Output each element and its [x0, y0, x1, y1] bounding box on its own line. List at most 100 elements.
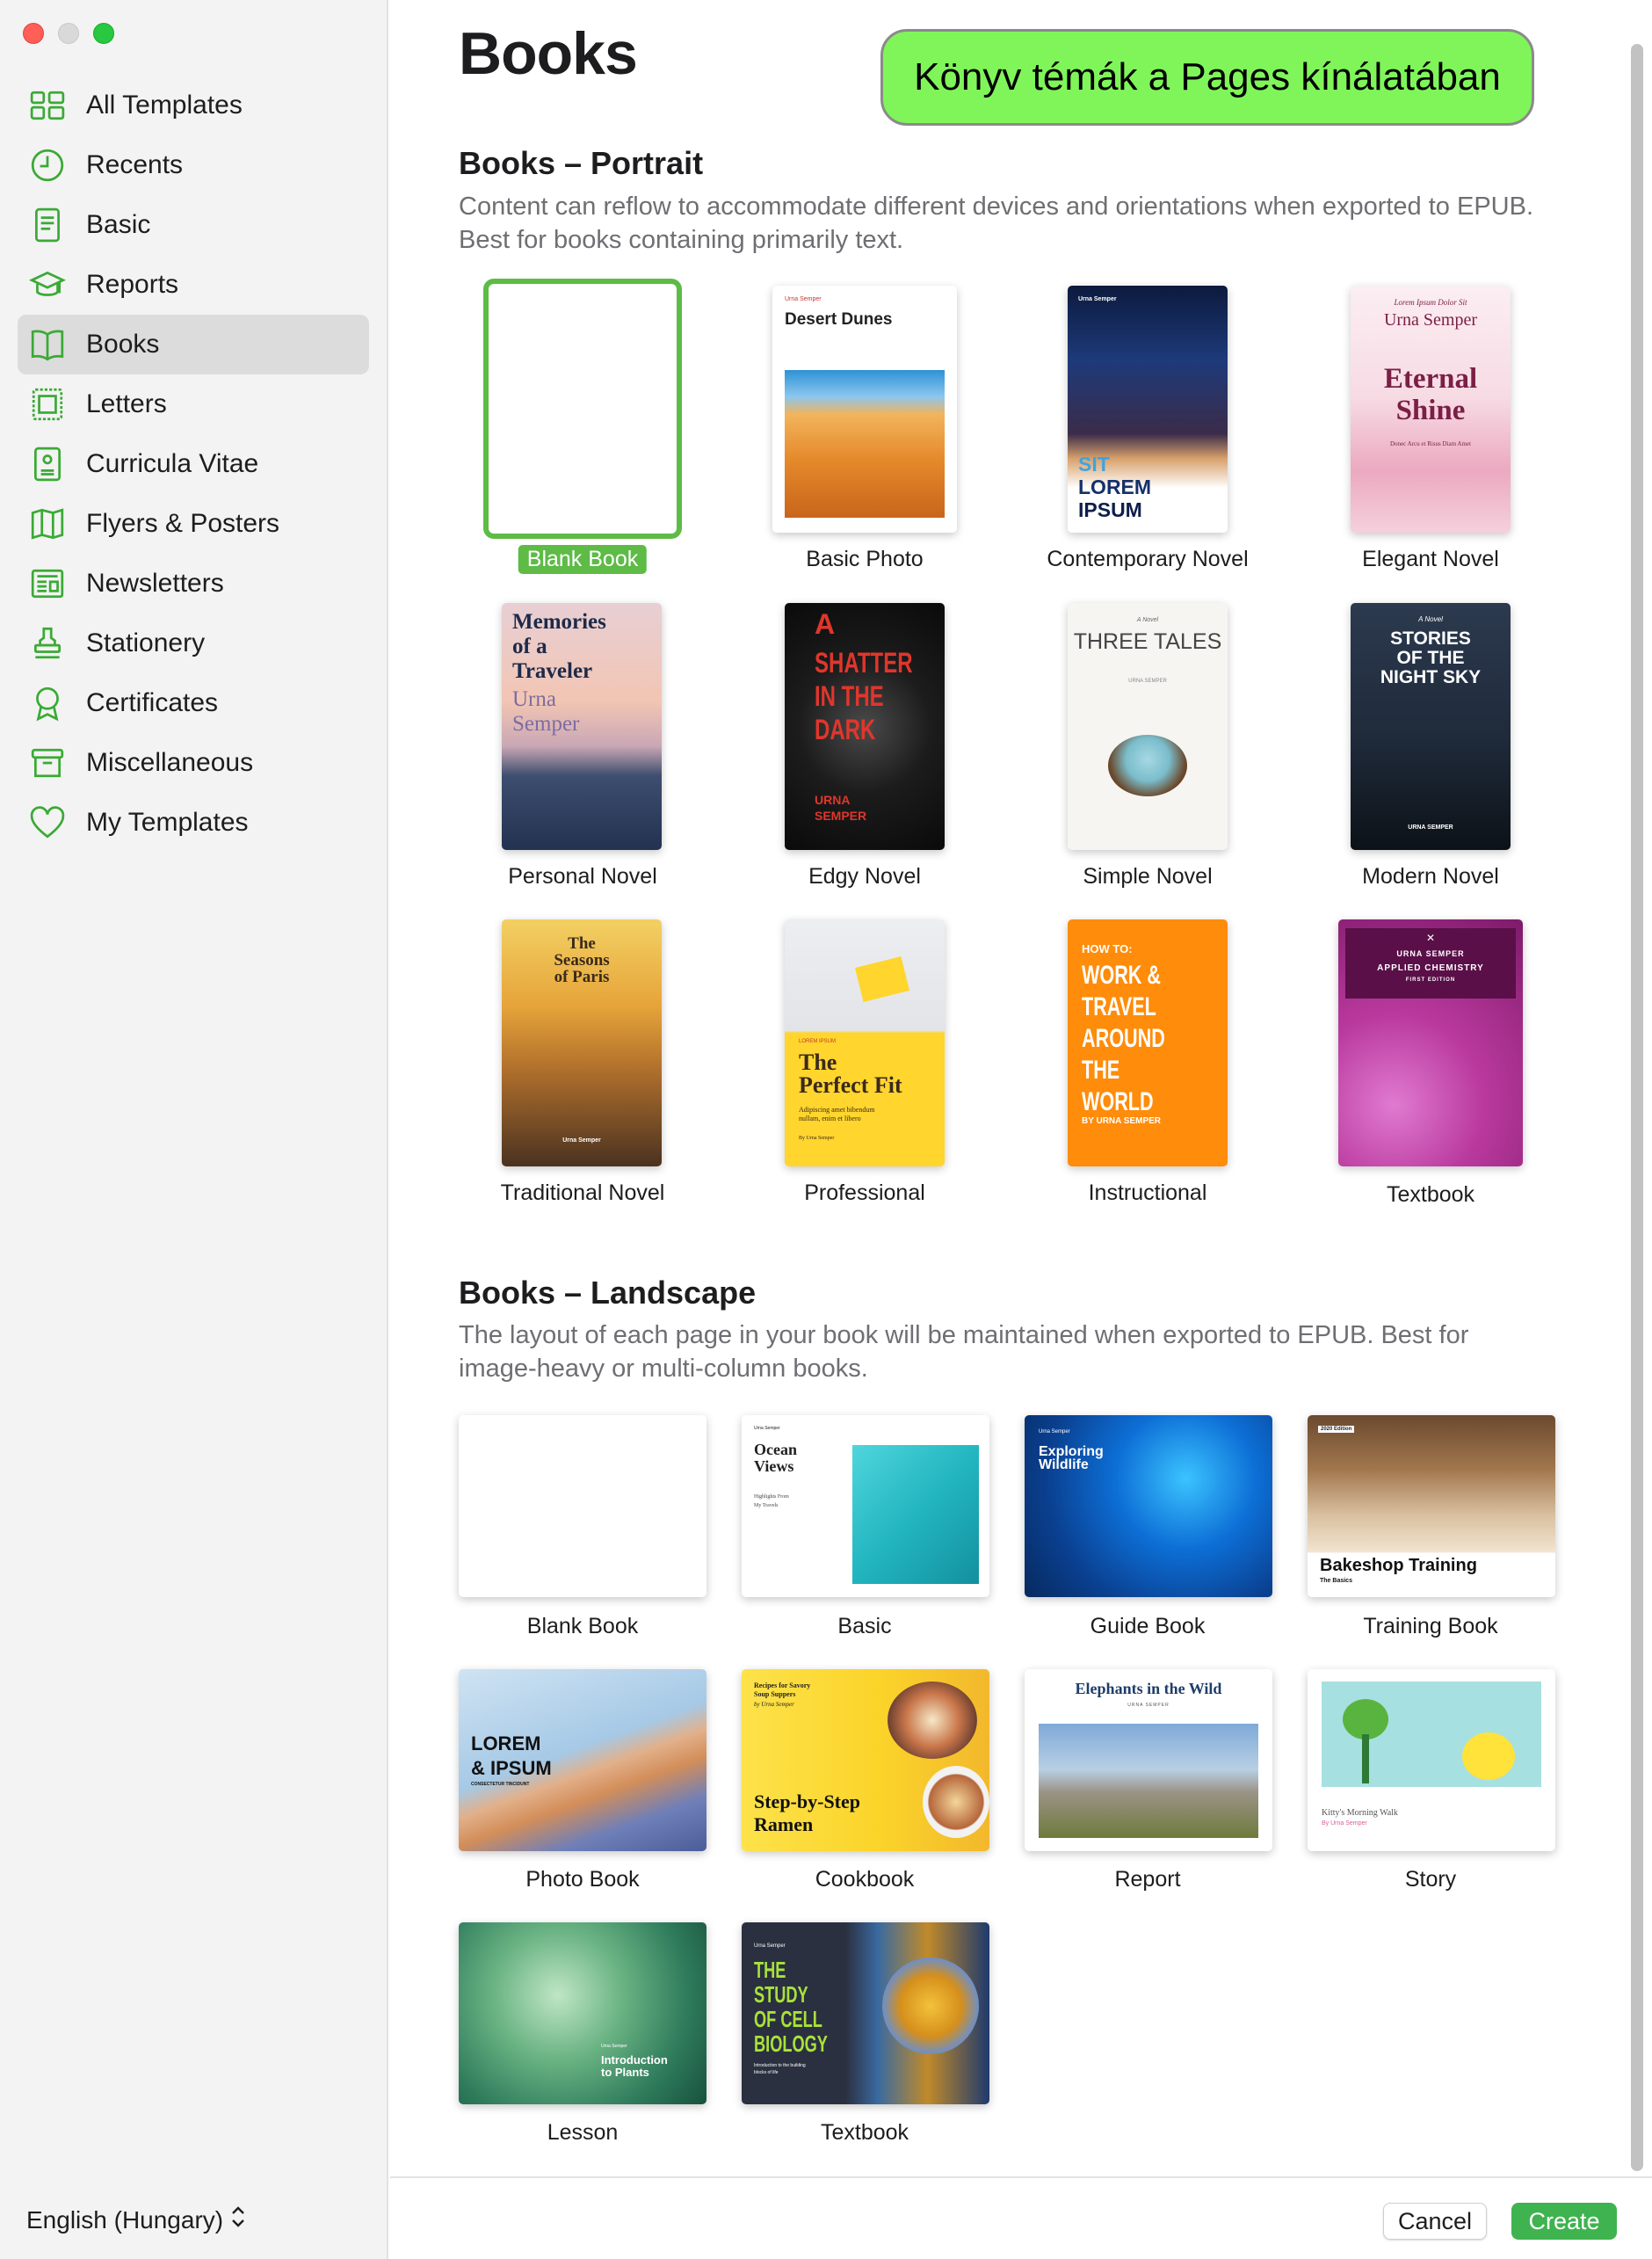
template-basic-landscape[interactable]: Urna Semper Ocean Views Highlights From … — [742, 1415, 989, 1597]
sidebar-item-label: Books — [86, 330, 160, 359]
template-guide-book[interactable]: Urna Semper Exploring Wildlife — [1025, 1415, 1272, 1597]
cover-title-line: Perfect Fit — [799, 1072, 902, 1098]
language-selector[interactable]: English (Hungary) — [26, 2205, 246, 2234]
cover-author: Urna Semper — [601, 2044, 627, 2049]
cover-subtitle: Adipiscing amet bibendum — [799, 1106, 875, 1114]
template-label: Basic — [837, 1614, 892, 1638]
sidebar-item-certificates[interactable]: Certificates — [18, 673, 369, 733]
stamp-icon — [28, 624, 67, 663]
sidebar-item-my-templates[interactable]: My Templates — [18, 793, 369, 853]
cover-author: By Urna Semper — [1322, 1820, 1367, 1827]
cover-author: URNA SEMPER — [1128, 679, 1167, 684]
cover-author: by Urna Semper — [754, 1701, 794, 1708]
cover-author: Urna Semper — [785, 296, 822, 302]
scrollbar[interactable] — [1631, 44, 1643, 2171]
template-label: Textbook — [1386, 1182, 1475, 1207]
template-photo-book[interactable]: LOREM & IPSUM CONSECTETUR TINCIDUNT — [459, 1669, 706, 1851]
cancel-button[interactable]: Cancel — [1383, 2203, 1487, 2240]
template-modern-novel[interactable]: A Novel STORIES OF THE NIGHT SKY URNA SE… — [1351, 603, 1511, 850]
cover-title-line: THE WORLD — [1082, 1056, 1154, 1116]
template-training-book[interactable]: 2020 Edition Bakeshop Training The Basic… — [1308, 1415, 1555, 1597]
ocean-photo — [852, 1445, 979, 1584]
sidebar-item-letters[interactable]: Letters — [18, 374, 369, 434]
letter-icon — [28, 385, 67, 424]
template-blank-book-landscape[interactable] — [459, 1415, 706, 1597]
sidebar-item-flyers-posters[interactable]: Flyers & Posters — [18, 494, 369, 554]
create-button[interactable]: Create — [1511, 2203, 1617, 2240]
cover-tagline: Recipes for Savory — [754, 1682, 811, 1689]
cover-title-line: TRAVEL — [1082, 992, 1156, 1021]
template-label: Edgy Novel — [808, 864, 921, 889]
cover-title-line: Exploring — [1039, 1444, 1104, 1459]
template-simple-novel[interactable]: A Novel THREE TALES URNA SEMPER — [1068, 603, 1228, 850]
zoom-window-button[interactable] — [93, 23, 114, 44]
template-report[interactable]: Elephants in the Wild URNA SEMPER — [1025, 1669, 1272, 1851]
cover-title-line: The — [799, 1050, 837, 1075]
lion-illustration — [1462, 1732, 1515, 1780]
cover-title-line: & IPSUM — [471, 1757, 552, 1779]
cover-title-line: Shine — [1395, 395, 1466, 426]
cover-title-line: DARK — [815, 714, 876, 745]
annotation-callout: Könyv témák a Pages kínálatában — [880, 29, 1534, 126]
template-textbook-landscape[interactable]: Urna Semper THE STUDY OF CELL BIOLOGY In… — [742, 1922, 989, 2104]
sidebar-item-curricula-vitae[interactable]: Curricula Vitae — [18, 434, 369, 494]
chevron-updown-icon — [230, 2205, 246, 2234]
template-cookbook[interactable]: Recipes for Savory Soup Suppers by Urna … — [742, 1669, 989, 1851]
template-lesson[interactable]: Urna Semper Introduction to Plants — [459, 1922, 706, 2104]
cover-author: Urna Semper — [562, 1137, 601, 1144]
graduation-cap-icon — [28, 265, 67, 304]
template-professional[interactable]: LOREM IPSUM The Perfect Fit Adipiscing a… — [785, 919, 945, 1166]
cover-title-line: SHATTER — [815, 647, 913, 679]
template-contemporary-novel[interactable]: Urna Semper SIT LOREM IPSUM — [1068, 286, 1228, 533]
template-story[interactable]: Kitty's Morning Walk By Urna Semper — [1308, 1669, 1555, 1851]
sidebar-item-books[interactable]: Books — [18, 315, 369, 374]
cover-subtitle: blocks of life — [754, 2070, 779, 2075]
cover-title-line: OF THE — [1396, 648, 1465, 668]
sidebar-item-recents[interactable]: Recents — [18, 135, 369, 195]
sidebar-item-reports[interactable]: Reports — [18, 255, 369, 315]
ramen-bowl-illustration — [888, 1682, 977, 1759]
sidebar-item-label: Curricula Vitae — [86, 449, 259, 478]
close-window-button[interactable] — [23, 23, 44, 44]
template-edgy-novel[interactable]: A SHATTER IN THE DARK URNA SEMPER — [785, 603, 945, 850]
sidebar-item-stationery[interactable]: Stationery — [18, 614, 369, 673]
cover-title-line: STUDY — [754, 1981, 808, 2008]
template-label: Story — [1404, 1867, 1457, 1892]
cover-subtitle: My Travels — [754, 1503, 779, 1508]
sidebar-item-label: Recents — [86, 150, 184, 179]
cover-title: Bakeshop Training — [1320, 1556, 1477, 1575]
scrollbar-thumb[interactable] — [1631, 44, 1643, 2171]
cover-title-line: LOREM — [1078, 476, 1152, 498]
section-title-landscape: Books – Landscape — [459, 1275, 757, 1311]
sidebar-item-miscellaneous[interactable]: Miscellaneous — [18, 733, 369, 793]
cover-title: Elephants in the Wild — [1075, 1680, 1222, 1697]
template-label: Textbook — [820, 2120, 909, 2145]
cover-subtitle: Donec Arcu et Risus Diam Amet — [1390, 440, 1471, 447]
newspaper-icon — [28, 564, 67, 603]
template-traditional-novel[interactable]: The Seasons of Paris Urna Semper — [502, 919, 662, 1166]
sidebar-item-basic[interactable]: Basic — [18, 195, 369, 255]
template-label: Traditional Novel — [500, 1180, 665, 1205]
dialog-footer: Cancel Create — [390, 2176, 1652, 2259]
template-textbook-portrait[interactable]: ✕ URNA SEMPER APPLIED CHEMISTRY FIRST ED… — [1338, 919, 1523, 1166]
minimize-window-button[interactable] — [58, 23, 79, 44]
cover-title-line: Step-by-Step — [754, 1790, 861, 1812]
cover-title: THREE TALES — [1073, 629, 1222, 654]
sidebar-item-newsletters[interactable]: Newsletters — [18, 554, 369, 614]
cover-title-line: Seasons — [554, 951, 610, 970]
template-label: Simple Novel — [1083, 864, 1213, 889]
template-label: Training Book — [1363, 1614, 1498, 1638]
cover-title-line: Traveler — [512, 659, 593, 683]
template-label: Blank Book — [518, 545, 648, 574]
cover-subtitle: Introduction to the building — [754, 2063, 806, 2068]
cover-title-line: The — [568, 934, 596, 953]
template-elegant-novel[interactable]: Lorem Ipsum Dolor Sit Urna Semper Eterna… — [1351, 286, 1511, 533]
template-blank-book-portrait[interactable] — [483, 279, 682, 539]
template-personal-novel[interactable]: Memories of a Traveler Urna Semper — [502, 603, 662, 850]
cover-title-line: Wildlife — [1039, 1457, 1089, 1472]
elephant-photo — [1039, 1724, 1258, 1838]
sidebar-item-label: Basic — [86, 210, 151, 239]
sidebar-item-all-templates[interactable]: All Templates — [18, 76, 369, 135]
template-basic-photo[interactable]: Urna Semper Desert Dunes — [772, 286, 957, 533]
template-instructional[interactable]: HOW TO: WORK & TRAVEL AROUND THE WORLD B… — [1068, 919, 1228, 1166]
